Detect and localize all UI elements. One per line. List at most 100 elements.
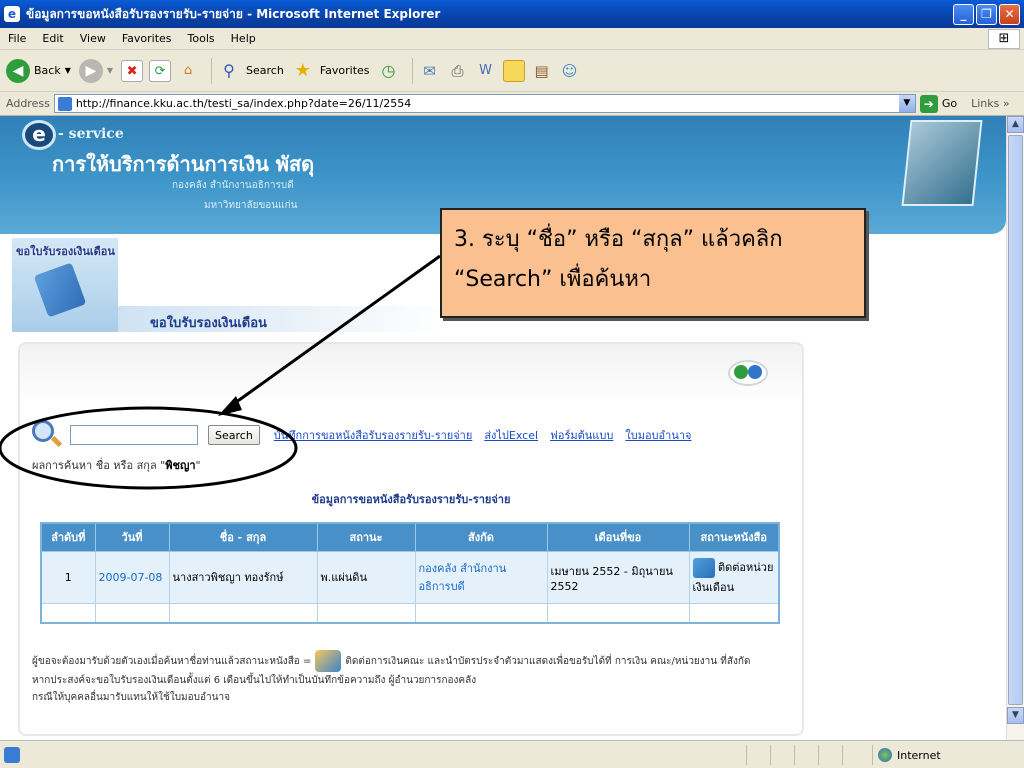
col-date: วันที่: [94, 522, 170, 552]
cell-affiliation: กองคลัง สำนักงานอธิการบดี: [414, 550, 548, 604]
document-status-icon: [692, 558, 715, 578]
col-doc-status: สถานะหนังสือ: [688, 522, 780, 552]
note-line-1-part-b: ติดต่อการเงินคณะ และนำบัตรประจำตัวมาแสดง…: [345, 656, 751, 667]
internet-globe-icon: [878, 748, 892, 762]
instruction-callout: 3. ระบุ “ชื่อ” หรือ “สกุล” แล้วคลิก “Sea…: [440, 208, 866, 318]
favorites-toolbar-button[interactable]: ★ Favorites: [292, 60, 370, 82]
zone-label: Internet: [897, 748, 941, 762]
result-suffix: ": [195, 459, 201, 472]
banner-service: - service: [58, 126, 124, 142]
document-pen-icon: [33, 262, 87, 318]
request-table: ลำดับที่ วันที่ ชื่อ - สกุล สถานะ สังกัด…: [40, 522, 780, 624]
research-icon[interactable]: ▤: [531, 60, 553, 82]
menu-file[interactable]: File: [0, 32, 34, 45]
magnifier-icon: [32, 420, 63, 450]
vertical-scrollbar[interactable]: ▲ ▼: [1006, 116, 1024, 740]
template-form-link[interactable]: ฟอร์มต้นแบบ: [550, 426, 613, 444]
cell-name: นางสาวพิชญา ทองรักษ์: [168, 550, 318, 604]
forward-dropdown-icon[interactable]: ▼: [107, 66, 113, 75]
page-icon: [57, 96, 72, 111]
window-title: ข้อมูลการขอหนังสือรับรองรายรับ-รายจ่าย -…: [26, 6, 441, 21]
col-no: ลำดับที่: [40, 522, 96, 552]
go-arrow-icon: ➔: [919, 94, 938, 113]
search-button[interactable]: Search: [208, 425, 260, 445]
menu-view[interactable]: View: [72, 32, 114, 45]
banner-subtitle-university: มหาวิทยาลัยขอนแก่น: [204, 200, 298, 211]
scroll-thumb[interactable]: [1008, 135, 1023, 705]
table-header-row: ลำดับที่ วันที่ ชื่อ - สกุล สถานะ สังกัด…: [40, 522, 780, 552]
favorites-star-icon: ★: [294, 59, 311, 81]
status-bar: Internet: [0, 740, 1024, 768]
print-icon[interactable]: ⎙: [447, 60, 469, 82]
history-icon[interactable]: ◷: [378, 60, 400, 82]
mail-icon[interactable]: ✉: [419, 60, 441, 82]
address-field[interactable]: http://finance.kku.ac.th/testi_sa/index.…: [53, 94, 916, 113]
address-label: Address: [6, 97, 50, 110]
affiliation-link[interactable]: กองคลัง สำนักงานอธิการบดี: [419, 562, 507, 593]
go-button[interactable]: ➔ Go: [919, 94, 958, 113]
ie-app-icon: e: [4, 6, 20, 22]
col-month: เดือนที่ขอ: [546, 522, 690, 552]
maximize-button[interactable]: ❐: [976, 3, 997, 25]
toolbar: ◀ Back ▼ ▶ ▼ ✖ ⟳ ⌂ ⚲ Search ★ Favorites …: [0, 50, 1024, 92]
name-search-input[interactable]: [70, 425, 198, 445]
favorites-toolbar-label: Favorites: [319, 64, 370, 77]
home-icon[interactable]: ⌂: [177, 60, 199, 82]
document-status-icon: [315, 650, 342, 672]
cell-date: 2009-07-08: [94, 550, 170, 604]
record-request-link[interactable]: บันทึกการขอหนังสือรับรองรายรับ-รายจ่าย: [274, 426, 473, 444]
export-excel-link[interactable]: ส่งไปExcel: [484, 426, 538, 444]
scroll-down-icon[interactable]: ▼: [1007, 707, 1024, 724]
note-line-3: กรณีให้บุคคลอื่นมารับแทนให้ใช้ใบมอบอำนาจ: [32, 692, 230, 703]
search-toolbar-button[interactable]: ⚲ Search: [218, 60, 284, 82]
links-label: Links: [971, 97, 1000, 110]
banner-title: การให้บริการด้านการเงิน พัสดุ: [52, 152, 315, 176]
address-dropdown-icon[interactable]: ▼: [898, 95, 915, 112]
refresh-icon[interactable]: ⟳: [149, 59, 172, 82]
messenger-icon[interactable]: ☺: [559, 60, 581, 82]
cell-no: 1: [40, 550, 96, 604]
links-button[interactable]: Links »: [971, 97, 1010, 110]
windows-logo-icon: ⊞: [988, 29, 1020, 49]
table-title: ข้อมูลการขอหนังสือรับรองรายรับ-รายจ่าย: [311, 493, 511, 506]
power-of-attorney-link[interactable]: ใบมอบอำนาจ: [625, 426, 691, 444]
menu-help[interactable]: Help: [223, 32, 264, 45]
close-button[interactable]: ✕: [999, 3, 1020, 25]
banner-subtitle-division: กองคลัง สำนักงานอธิการบดี: [172, 180, 294, 191]
toolbar-separator: [411, 57, 413, 84]
minimize-button[interactable]: _: [953, 3, 974, 25]
menu-tools[interactable]: Tools: [180, 32, 223, 45]
table-row-empty: [40, 602, 780, 624]
go-label: Go: [941, 97, 958, 110]
back-dropdown-icon[interactable]: ▼: [65, 66, 71, 75]
download-print-icon[interactable]: [728, 360, 768, 386]
col-name: ชื่อ - สกุล: [168, 522, 318, 552]
note-line-1-part-a: ผู้ขอจะต้องมารับด้วยตัวเองเมื่อค้นหาชื่อ…: [32, 656, 312, 667]
search-icon: ⚲: [223, 60, 235, 80]
back-button[interactable]: ◀ Back ▼: [6, 58, 71, 83]
result-prefix: ผลการค้นหา ชื่อ หรือ สกุล ": [32, 459, 166, 472]
menu-edit[interactable]: Edit: [34, 32, 71, 45]
discuss-folder-icon[interactable]: [502, 59, 525, 82]
menu-favorites[interactable]: Favorites: [114, 32, 180, 45]
scroll-up-icon[interactable]: ▲: [1007, 116, 1024, 133]
cell-month: เมษายน 2552 - มิถุนายน 2552: [546, 550, 690, 604]
stop-icon[interactable]: ✖: [121, 59, 144, 82]
callout-line-1: 3. ระบุ “ชื่อ” หรือ “สกุล” แล้วคลิก: [454, 227, 783, 252]
cell-status: พ.แผ่นดิน: [316, 550, 416, 604]
cell-doc-status: ติดต่อหน่วยเงินเดือน: [688, 550, 780, 604]
search-toolbar-label: Search: [246, 64, 284, 77]
e-service-logo-icon: e: [22, 120, 56, 150]
forward-button[interactable]: ▶ ▼: [78, 58, 113, 83]
date-link[interactable]: 2009-07-08: [99, 571, 163, 584]
col-status: สถานะ: [316, 522, 416, 552]
result-term: พิชญา: [165, 459, 196, 472]
section-image: ขอใบรับรองเงินเดือน: [12, 238, 118, 332]
search-result-text: ผลการค้นหา ชื่อ หรือ สกุล "พิชญา": [32, 456, 201, 474]
back-arrow-icon: ◀: [6, 58, 30, 83]
edit-word-icon[interactable]: W: [475, 60, 497, 82]
toolbar-separator: [211, 57, 213, 84]
section-title: ขอใบรับรองเงินเดือน: [150, 316, 267, 331]
notes-block: ผู้ขอจะต้องมารับด้วยตัวเองเมื่อค้นหาชื่อ…: [32, 650, 792, 706]
address-url[interactable]: http://finance.kku.ac.th/testi_sa/index.…: [76, 97, 899, 110]
